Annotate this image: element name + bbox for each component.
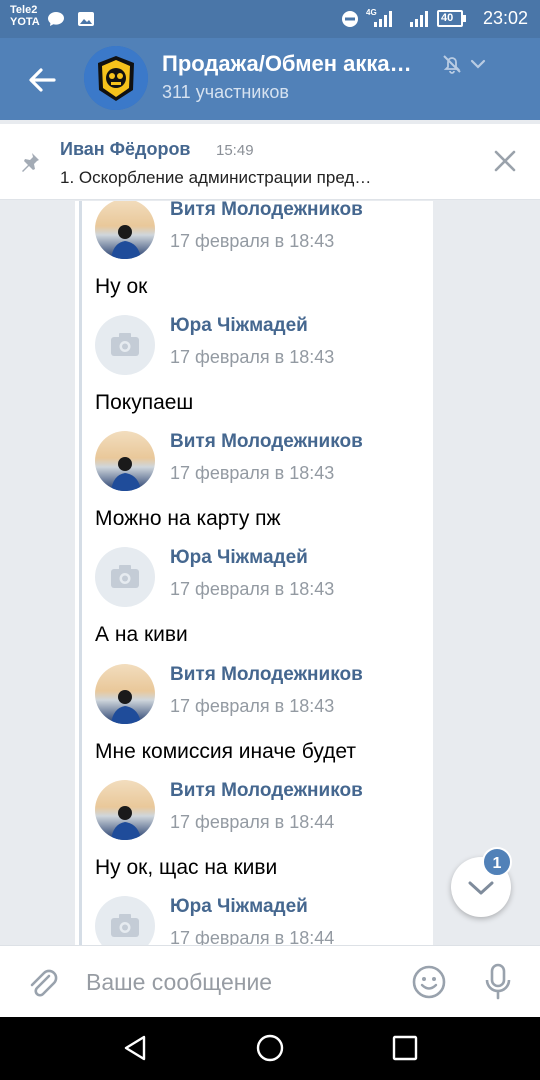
message-author[interactable]: Юра Чіжмадей (170, 896, 308, 918)
unread-badge: 1 (482, 847, 512, 877)
person-photo-icon (111, 806, 141, 840)
microphone-icon[interactable] (484, 962, 512, 1002)
message-text: Покупаеш (95, 391, 194, 414)
system-navigation-bar (0, 1017, 540, 1080)
message-date: 17 февраля в 18:43 (170, 696, 335, 716)
nav-back-icon[interactable] (120, 1033, 150, 1063)
signal-strength-2-icon (410, 11, 428, 27)
paperclip-icon[interactable] (24, 964, 60, 1000)
person-photo-icon (111, 690, 141, 724)
close-icon[interactable] (492, 148, 518, 174)
battery-icon: 40 (437, 10, 463, 27)
avatar[interactable] (95, 431, 155, 491)
message-author[interactable]: Витя Молодежников (170, 780, 363, 802)
message-input[interactable] (86, 964, 396, 1000)
camera-icon (111, 333, 139, 356)
arrow-left-icon[interactable] (22, 60, 62, 100)
message-text: Можно на карту пж (95, 507, 281, 530)
message-date: 17 февраля в 18:43 (170, 463, 335, 483)
pinned-text: 1. Оскорбление администрации пред… (60, 168, 372, 187)
person-photo-icon (111, 457, 141, 491)
message-date: 17 февраля в 18:44 (170, 928, 335, 945)
message-text: Мне комиссия иначе будет (95, 740, 357, 763)
chat-header: Продажа/Обмен акка… 311 участников (0, 38, 540, 120)
smile-icon[interactable] (411, 964, 447, 1000)
forward-quote-line (79, 201, 82, 945)
chat-title[interactable]: Продажа/Обмен акка… (162, 51, 412, 77)
message-notification-icon (48, 12, 64, 26)
brawl-logo-icon (84, 46, 148, 110)
message-date: 17 февраля в 18:43 (170, 231, 335, 251)
chevron-down-icon[interactable] (468, 54, 488, 74)
pinned-time: 15:49 (216, 142, 254, 159)
camera-icon (111, 565, 139, 588)
message-date: 17 февраля в 18:44 (170, 812, 335, 832)
bell-off-icon[interactable] (440, 52, 464, 76)
nav-home-icon[interactable] (255, 1033, 285, 1063)
avatar[interactable] (95, 201, 155, 259)
avatar[interactable] (95, 315, 155, 375)
signal-strength-icon (374, 11, 392, 27)
do-not-disturb-icon (342, 11, 358, 27)
message-composer (0, 945, 540, 1017)
avatar[interactable] (95, 664, 155, 724)
member-count[interactable]: 311 участников (162, 82, 289, 103)
message-date: 17 февраля в 18:43 (170, 579, 335, 599)
message-text: А на киви (95, 623, 188, 646)
pin-icon (22, 153, 39, 172)
message-author[interactable]: Витя Молодежников (170, 664, 363, 686)
message-author[interactable]: Витя Молодежников (170, 431, 363, 453)
status-bar: Tele2 YOTA 4G 40 23:02 (0, 0, 540, 38)
message-author[interactable]: Юра Чіжмадей (170, 547, 308, 569)
message-list[interactable]: Витя Молодежников 17 февраля в 18:43 Ну … (0, 201, 540, 945)
carrier-line-1: Tele2 (10, 4, 38, 16)
gallery-notification-icon (78, 12, 94, 26)
group-avatar[interactable] (84, 46, 148, 110)
carrier-line-2: YOTA (10, 16, 40, 28)
message-text: Ну ок (95, 275, 148, 298)
message-text: Ну ок, щас на киви (95, 856, 278, 879)
message-author[interactable]: Юра Чіжмадей (170, 315, 308, 337)
nav-recents-icon[interactable] (390, 1033, 420, 1063)
carrier-label: Tele2 YOTA (10, 4, 40, 28)
battery-tip (463, 15, 466, 22)
battery-level: 40 (441, 12, 454, 24)
message-author[interactable]: Витя Молодежников (170, 201, 363, 221)
pinned-author: Иван Фёдоров (60, 139, 191, 159)
pinned-message[interactable]: Иван Фёдоров 15:49 1. Оскорбление админи… (0, 124, 540, 200)
avatar[interactable] (95, 547, 155, 607)
person-photo-icon (111, 225, 141, 259)
clock: 23:02 (482, 8, 528, 28)
avatar[interactable] (95, 780, 155, 840)
message-date: 17 февраля в 18:43 (170, 347, 335, 367)
